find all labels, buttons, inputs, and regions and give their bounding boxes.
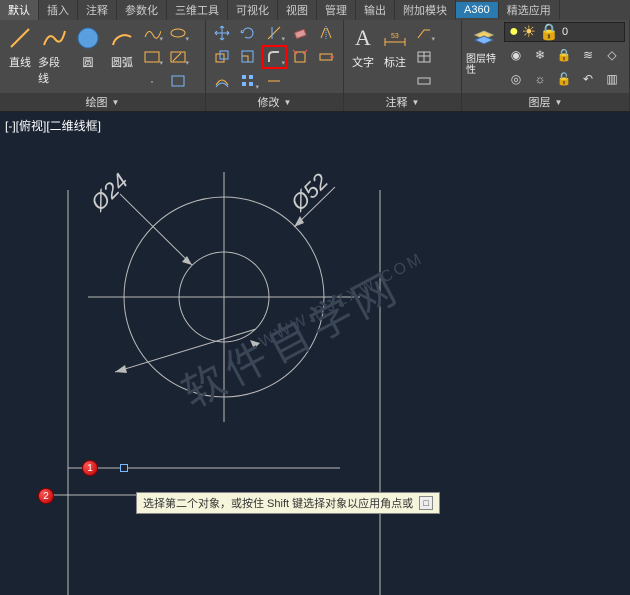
tab-visualize[interactable]: 可视化: [228, 0, 278, 20]
panel-layers-title-text: 图层: [529, 94, 551, 110]
panel-layers-title[interactable]: 图层 ▼: [462, 93, 629, 111]
copy-icon[interactable]: [210, 46, 234, 68]
lengthen-icon[interactable]: [262, 70, 286, 92]
table-icon[interactable]: [412, 46, 436, 68]
tab-default[interactable]: 默认: [0, 0, 39, 20]
expand-draw-icon: ▼: [112, 98, 120, 107]
explode-icon[interactable]: [288, 46, 312, 68]
offset-icon[interactable]: [210, 70, 234, 92]
rotate-icon[interactable]: [236, 22, 260, 44]
mirror-icon[interactable]: [314, 22, 338, 44]
layer-match-icon[interactable]: ≋: [576, 44, 600, 66]
circle-button[interactable]: 圆: [72, 22, 104, 70]
tab-3dtools[interactable]: 三维工具: [167, 0, 228, 20]
rectangle-icon[interactable]: ▾: [140, 46, 164, 68]
sun-icon: ☀: [522, 22, 536, 42]
ribbon-tabbar: 默认 插入 注释 参数化 三维工具 可视化 视图 管理 输出 附加模块 A360…: [0, 0, 630, 20]
panel-modify: ▾ ▾ ▾ 修改 ▼: [206, 20, 344, 111]
layer-dropdown[interactable]: ● ☀ 🔒 0: [504, 22, 625, 42]
command-tooltip: 选择第二个对象，或按住 Shift 键选择对象以应用角点或 □: [136, 492, 440, 514]
layer-properties-label: 图层特性: [466, 54, 502, 76]
region-icon[interactable]: [166, 70, 190, 92]
tab-addins[interactable]: 附加模块: [395, 0, 456, 20]
marker-2: 2: [38, 488, 54, 504]
text-label: 文字: [352, 54, 374, 70]
layer-walk-icon[interactable]: ▥: [600, 68, 624, 90]
expand-layers-icon: ▼: [555, 98, 563, 107]
tab-annotate[interactable]: 注释: [78, 0, 117, 20]
marker-1: 1: [82, 460, 98, 476]
lightbulb-icon: ●: [509, 23, 519, 41]
panel-annotation-title-text: 注释: [386, 94, 408, 110]
panel-draw-title-text: 绘图: [86, 94, 108, 110]
panel-draw-title[interactable]: 绘图 ▼: [0, 93, 205, 111]
expand-annot-icon: ▼: [412, 98, 420, 107]
tab-view[interactable]: 视图: [278, 0, 317, 20]
circle-label: 圆: [83, 54, 94, 70]
spline-icon[interactable]: ▾: [140, 22, 164, 44]
tab-parametric[interactable]: 参数化: [117, 0, 167, 20]
lock-icon: 🔒: [539, 22, 559, 42]
dimension-label: 标注: [384, 54, 406, 70]
layer-freeze-icon[interactable]: ❄: [528, 44, 552, 66]
leader-icon[interactable]: ▾: [412, 22, 436, 44]
fillet-icon[interactable]: ▾: [262, 46, 286, 68]
dim-d52: Ø52: [285, 168, 333, 216]
line-label: 直线: [9, 54, 31, 70]
tab-a360[interactable]: A360: [456, 2, 499, 18]
stretch-icon[interactable]: [314, 46, 338, 68]
panel-annotation: A 文字 53 标注 ▾ 注释 ▼: [344, 20, 462, 111]
grip-handle[interactable]: [120, 464, 128, 472]
panel-modify-title[interactable]: 修改 ▼: [206, 93, 343, 111]
polyline-button[interactable]: 多段线: [38, 22, 70, 86]
layer-iso-icon[interactable]: ◇: [600, 44, 624, 66]
current-layer-name: 0: [562, 26, 568, 38]
erase-icon[interactable]: [288, 22, 312, 44]
layer-on-icon[interactable]: ◎: [504, 68, 528, 90]
ellipse-icon[interactable]: ▾: [166, 22, 190, 44]
arc-label: 圆弧: [111, 54, 133, 70]
tab-output[interactable]: 输出: [356, 0, 395, 20]
layer-off-icon[interactable]: ◉: [504, 44, 528, 66]
layer-unlock-icon[interactable]: 🔓: [552, 68, 576, 90]
tolerance-icon[interactable]: [412, 70, 436, 92]
dimension-button[interactable]: 53 标注: [380, 22, 410, 70]
layer-properties-button[interactable]: 图层特性: [466, 22, 502, 76]
tooltip-input-icon: □: [419, 496, 433, 510]
array-icon[interactable]: ▾: [236, 70, 260, 92]
dim-d24: Ø24: [85, 168, 133, 216]
trim-icon[interactable]: ▾: [262, 22, 286, 44]
point-icon[interactable]: ·: [140, 70, 164, 92]
panel-modify-title-text: 修改: [258, 94, 280, 110]
tab-featured[interactable]: 精选应用: [499, 0, 560, 20]
viewport-label[interactable]: [-][俯视][二维线框]: [5, 117, 101, 134]
svg-text:53: 53: [391, 33, 399, 40]
hatch-icon[interactable]: ▾: [166, 46, 190, 68]
expand-modify-icon: ▼: [284, 98, 292, 107]
panel-annotation-title[interactable]: 注释 ▼: [344, 93, 461, 111]
layer-prev-icon[interactable]: ↶: [576, 68, 600, 90]
move-icon[interactable]: [210, 22, 234, 44]
ribbon: 直线 多段线 圆 圆弧 ▾ ▾ ▾ ▾ · 绘图 ▼: [0, 20, 630, 112]
arc-button[interactable]: 圆弧: [106, 22, 138, 70]
scale-icon[interactable]: [236, 46, 260, 68]
text-button[interactable]: A 文字: [348, 22, 378, 70]
layer-thaw-icon[interactable]: ☼: [528, 68, 552, 90]
tab-manage[interactable]: 管理: [317, 0, 356, 20]
layer-lock-tool-icon[interactable]: 🔒: [552, 44, 576, 66]
line-button[interactable]: 直线: [4, 22, 36, 70]
polyline-label: 多段线: [38, 54, 70, 86]
panel-draw: 直线 多段线 圆 圆弧 ▾ ▾ ▾ ▾ · 绘图 ▼: [0, 20, 206, 111]
tooltip-text: 选择第二个对象，或按住 Shift 键选择对象以应用角点或: [143, 495, 413, 511]
drawing-canvas[interactable]: Ø24 Ø52 软件自学网 WWW.RJZXW.COM 1 2 选择第二个对象，…: [0, 112, 630, 595]
panel-layers: 图层特性 ● ☀ 🔒 0 ◉ ❄ 🔒 ≋ ◇ ◎ ☼ 🔓: [462, 20, 630, 111]
tab-insert[interactable]: 插入: [39, 0, 78, 20]
